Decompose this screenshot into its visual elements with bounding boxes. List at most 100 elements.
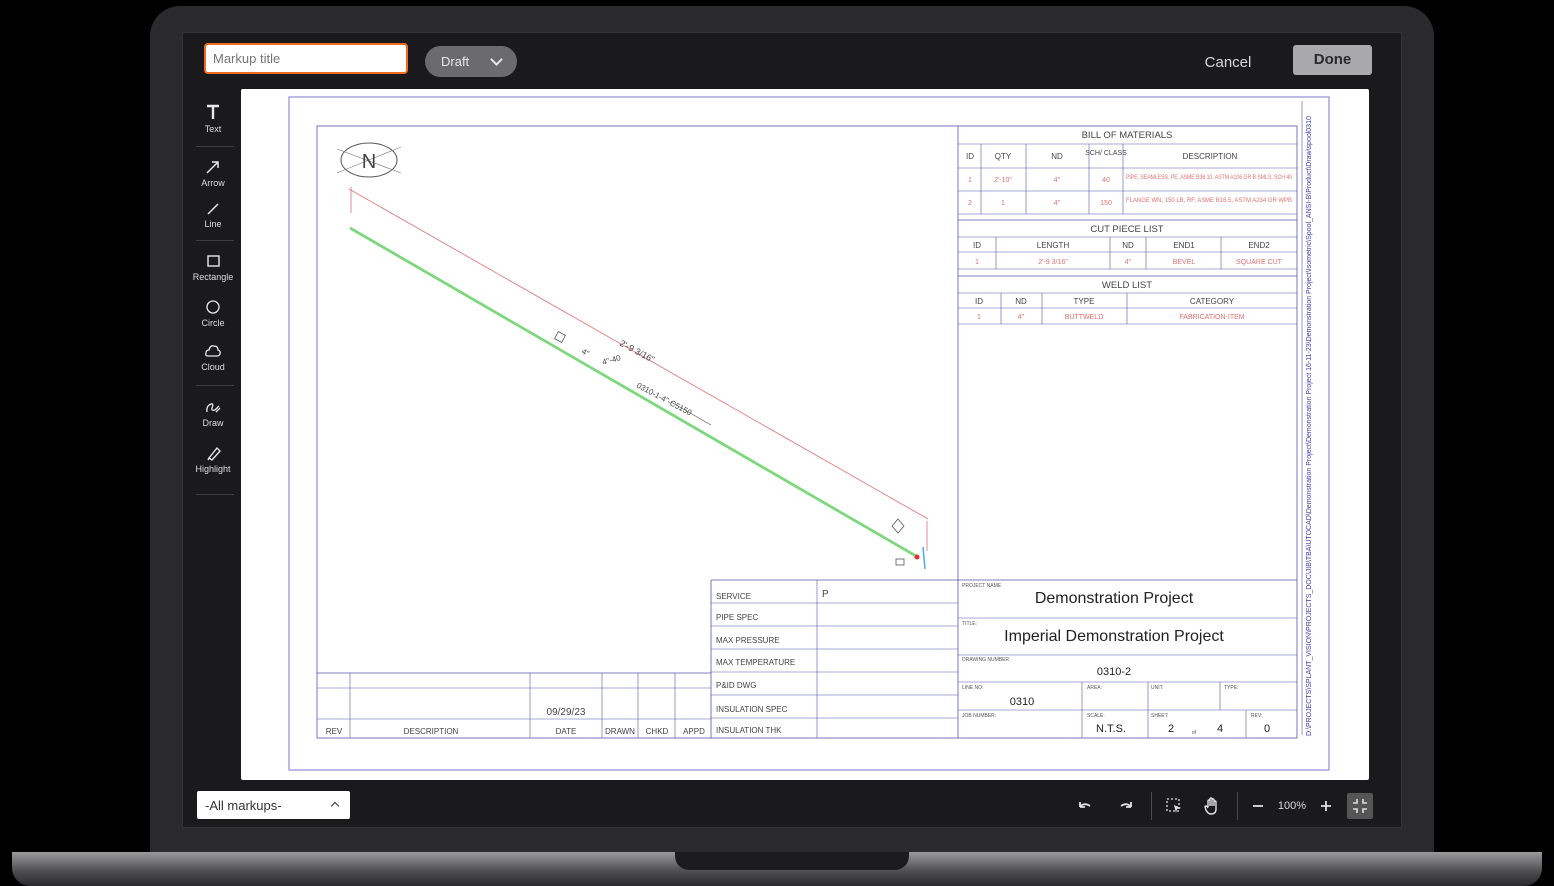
weld-point	[914, 554, 920, 560]
rev-value: 0	[1264, 723, 1270, 735]
drawing-canvas[interactable]: D:\PROJECTS\SPLANT_VISION\PROJECTS_DOC\J…	[241, 89, 1369, 780]
drawing-number-label: DRAWING NUMBER	[962, 657, 1009, 663]
zoom-level: 100%	[1277, 800, 1307, 812]
tool-label: Rectangle	[192, 272, 234, 282]
insulation-spec-label: INSULATION SPEC	[716, 705, 788, 714]
zoom-out-icon	[1253, 805, 1263, 807]
fit-screen-button[interactable]	[1347, 793, 1373, 819]
scale-label: SCALE:	[1087, 713, 1105, 719]
filter-value: -All markups-	[205, 797, 282, 813]
tool-arrow[interactable]: Arrow	[192, 158, 234, 188]
weld-list-cell: 4"	[1018, 314, 1025, 321]
cut-list-header: END1	[1173, 241, 1195, 250]
cut-list-header: LENGTH	[1037, 241, 1070, 250]
tool-draw[interactable]: Draw	[192, 398, 234, 428]
insulation-thk-label: INSULATION THK	[716, 726, 782, 735]
zoom-in-button[interactable]	[1313, 794, 1339, 818]
bom-cell: 4"	[1054, 177, 1061, 184]
tool-label: Highlight	[195, 464, 231, 474]
sheet-label: SHEET:	[1151, 713, 1169, 719]
bom-cell: 40	[1102, 177, 1110, 184]
bom-cell: 4"	[1054, 200, 1061, 207]
cut-list-cell: 4"	[1125, 259, 1132, 266]
type-label: TYPE:	[1224, 685, 1238, 691]
leader-line	[670, 401, 712, 426]
tool-circle[interactable]: Circle	[192, 298, 234, 328]
pipe-segment	[349, 226, 917, 558]
status-dropdown[interactable]: Draft	[425, 46, 517, 77]
redo-icon	[1120, 802, 1132, 808]
size-annotation: 4"-40	[601, 353, 622, 367]
pipe-spec-label: PIPE SPEC	[716, 613, 758, 622]
done-button[interactable]: Done	[1293, 45, 1372, 75]
unit-label: UNIT:	[1151, 685, 1164, 691]
bom-header: ID	[966, 152, 974, 161]
bom-cell: PIPE, SEAMLESS, PE, ASME B36.10, ASTM A1…	[1126, 175, 1293, 181]
line-icon	[207, 203, 219, 215]
job-number-label: JOB NUMBER:	[962, 713, 996, 719]
markup-title-input[interactable]	[204, 43, 408, 74]
north-label: N	[362, 151, 376, 173]
undo-button[interactable]	[1072, 794, 1098, 818]
weld-list-header: ND	[1015, 297, 1027, 306]
tool-text[interactable]: Text	[192, 102, 234, 134]
weld-list-cell: 1	[977, 314, 981, 321]
side-path: D:\PROJECTS\SPLANT_VISION\PROJECTS_DOC\J…	[1306, 116, 1313, 736]
bom-cell: 1	[968, 177, 972, 184]
size-annotation: 4"	[580, 347, 591, 358]
text-icon	[207, 104, 219, 119]
service-value: P	[822, 589, 829, 600]
bom-title: BILL OF MATERIALS	[1082, 130, 1173, 141]
drawing-title: Imperial Demonstration Project	[1004, 628, 1224, 645]
revision-header: DESCRIPTION	[404, 727, 459, 736]
highlight-icon	[207, 446, 221, 461]
cut-list-cell: SQUARE CUT	[1236, 259, 1283, 266]
item-tag-icon	[891, 518, 905, 534]
cut-list-cell: BEVEL	[1173, 259, 1196, 266]
cancel-button[interactable]: Cancel	[1190, 50, 1266, 76]
tool-label: Text	[204, 124, 222, 134]
scale-value: N.T.S.	[1096, 723, 1126, 735]
pan-tool-button[interactable]	[1199, 794, 1225, 818]
weld-list-title: WELD LIST	[1102, 280, 1152, 291]
tool-line[interactable]: Line	[192, 201, 234, 229]
cut-list-title: CUT PIECE LIST	[1090, 224, 1163, 235]
sheet-total: 4	[1217, 723, 1223, 735]
area-label: AREA:	[1087, 685, 1102, 691]
pid-dwg-label: P&ID DWG	[716, 681, 756, 690]
footer-divider	[1237, 792, 1238, 820]
tool-highlight[interactable]: Highlight	[192, 444, 234, 474]
zoom-in-icon	[1321, 801, 1331, 811]
footer-divider	[1151, 792, 1152, 820]
cut-list-header: ID	[973, 241, 981, 250]
title-block: PROJECT NAME Demonstration Project TITLE…	[958, 583, 1297, 738]
flange-mark	[922, 546, 926, 570]
bill-of-materials: BILL OF MATERIALS ID QTY ND SCH/ CLASS D…	[957, 126, 1297, 738]
drawing-number: 0310-2	[1097, 666, 1131, 678]
draw-icon	[206, 403, 221, 413]
cut-list-header: ND	[1122, 241, 1134, 250]
sheet-border-inner	[316, 125, 1298, 739]
bom-cell: 2'-10"	[994, 177, 1012, 184]
tool-rectangle[interactable]: Rectangle	[192, 252, 234, 282]
status-value: Draft	[441, 54, 470, 69]
cut-piece-list: CUT PIECE LIST ID LENGTH ND END1 END2 1 …	[958, 219, 1297, 270]
toolbar-divider	[196, 494, 234, 495]
title-label: TITLE:	[962, 621, 977, 627]
cut-list-cell: 2'-9 3/16"	[1038, 259, 1068, 266]
weld-list: WELD LIST ID ND TYPE CATEGORY 1 4" BUTTW…	[958, 275, 1297, 325]
revision-header: DRAWN	[605, 727, 635, 736]
arrow-icon	[206, 161, 219, 174]
zoom-out-button[interactable]	[1245, 794, 1271, 818]
markup-filter-dropdown[interactable]: -All markups-	[197, 791, 350, 819]
undo-icon	[1079, 802, 1091, 808]
select-tool-button[interactable]	[1161, 794, 1187, 818]
project-name-label: PROJECT NAME	[962, 583, 1002, 589]
revision-date: 09/29/23	[547, 707, 586, 718]
weld-list-header: TYPE	[1074, 297, 1095, 306]
redo-button[interactable]	[1113, 794, 1139, 818]
line-no: 0310	[1010, 696, 1034, 708]
tool-label: Draw	[202, 418, 224, 428]
tool-cloud[interactable]: Cloud	[192, 342, 234, 372]
bom-header: SCH/ CLASS	[1085, 150, 1127, 157]
